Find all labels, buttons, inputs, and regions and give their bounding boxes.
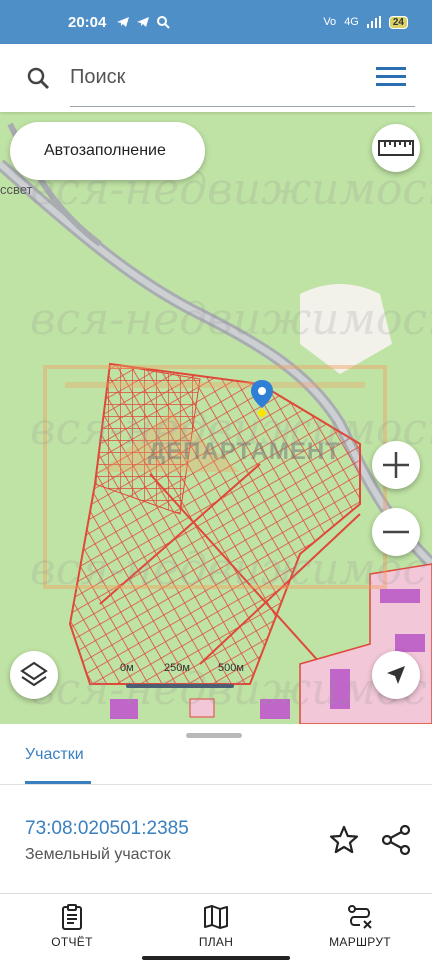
map-open-area bbox=[300, 284, 392, 374]
map-icon bbox=[204, 905, 228, 929]
system-home-indicator[interactable] bbox=[142, 956, 290, 960]
zoom-out-button[interactable] bbox=[372, 508, 420, 556]
minus-icon bbox=[383, 530, 409, 534]
building bbox=[189, 698, 215, 718]
search-bar bbox=[0, 44, 432, 112]
nav-report[interactable]: ОТЧЁТ bbox=[0, 894, 144, 960]
map-scale: 0м 250м 500м bbox=[118, 662, 244, 692]
nav-plan-label: ПЛАН bbox=[198, 935, 234, 949]
signal-icon bbox=[366, 16, 381, 28]
scale-label-0: 0м bbox=[120, 662, 134, 674]
building bbox=[330, 669, 350, 709]
telegram-icon bbox=[117, 17, 130, 27]
navigation-arrow-icon bbox=[387, 666, 405, 684]
parcel-cadastral-number[interactable]: 73:08:020501:2385 bbox=[25, 818, 189, 840]
tab-parcels[interactable]: Участки bbox=[25, 746, 84, 764]
building bbox=[380, 589, 420, 603]
layers-button[interactable] bbox=[10, 651, 58, 699]
ruler-icon bbox=[378, 140, 414, 156]
building bbox=[395, 634, 425, 652]
scale-bar bbox=[126, 684, 234, 688]
route-icon bbox=[348, 905, 372, 929]
map-place-label: ссвет bbox=[0, 182, 33, 197]
bottom-sheet: Участки 73:08:020501:2385 Земельный учас… bbox=[0, 724, 432, 894]
menu-icon[interactable] bbox=[376, 65, 406, 89]
status-time: 20:04 bbox=[68, 13, 107, 31]
volte-icon: Vo bbox=[323, 16, 337, 28]
signal-label: 4G bbox=[344, 16, 359, 28]
tab-divider bbox=[0, 784, 432, 785]
ruler-button[interactable] bbox=[372, 124, 420, 172]
bottom-navigation: ОТЧЁТ ПЛАН МАРШРУТ bbox=[0, 893, 432, 960]
nav-route-label: МАРШРУТ bbox=[329, 935, 391, 949]
status-right: Vo 4G 24 bbox=[323, 15, 408, 29]
nav-plan[interactable]: ПЛАН bbox=[144, 894, 288, 960]
search-input[interactable] bbox=[70, 49, 415, 107]
nav-report-label: ОТЧЁТ bbox=[51, 935, 93, 949]
plus-icon bbox=[383, 452, 409, 478]
telegram-icon bbox=[137, 17, 150, 27]
department-overlay-text: ДЕПАРТАМЕНТ bbox=[148, 438, 341, 465]
autofill-button[interactable]: Автозаполнение bbox=[10, 122, 205, 180]
building bbox=[260, 699, 290, 719]
scale-label-500: 500м bbox=[218, 662, 244, 674]
battery-level: 24 bbox=[388, 15, 408, 29]
share-icon[interactable] bbox=[380, 824, 412, 856]
layers-icon bbox=[20, 661, 48, 687]
search-notification-icon bbox=[157, 16, 171, 29]
zoom-in-button[interactable] bbox=[372, 441, 420, 489]
nav-route[interactable]: МАРШРУТ bbox=[288, 894, 432, 960]
building bbox=[110, 699, 138, 719]
scale-label-250: 250м bbox=[164, 662, 190, 674]
search-icon[interactable] bbox=[16, 56, 60, 100]
parcel-type: Земельный участок bbox=[25, 846, 171, 863]
star-icon[interactable] bbox=[328, 824, 360, 856]
status-notification-icons bbox=[116, 15, 171, 29]
status-bar: 20:04 Vo 4G 24 bbox=[0, 0, 432, 44]
sheet-drag-handle[interactable] bbox=[186, 733, 242, 738]
clipboard-icon bbox=[62, 904, 82, 930]
location-pin-icon[interactable] bbox=[251, 380, 273, 420]
my-location-button[interactable] bbox=[372, 651, 420, 699]
